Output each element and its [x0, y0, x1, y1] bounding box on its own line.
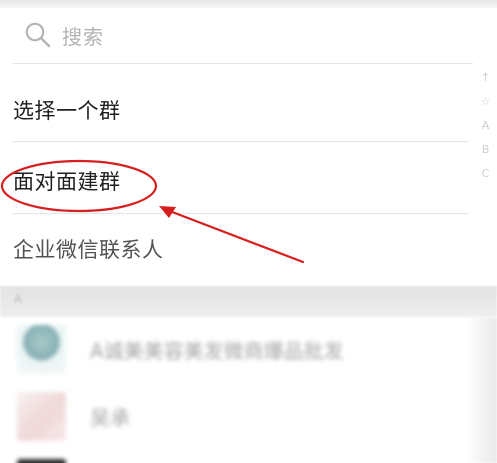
wechat-group-chat-screen: 搜索 选择一个群 面对面建群 企业微信联系人 ↑ ☆ A B C A A诚美美容… — [0, 0, 497, 463]
search-icon — [24, 21, 52, 49]
contact-name: A诚美美容美发微商爆品批发 — [90, 338, 344, 363]
enterprise-contacts-item[interactable]: 企业微信联系人 — [0, 218, 470, 280]
search-divider — [13, 63, 473, 64]
enterprise-contacts-label: 企业微信联系人 — [13, 238, 164, 262]
search-placeholder: 搜索 — [62, 24, 104, 49]
section-header — [0, 286, 497, 317]
avatar — [17, 459, 66, 463]
menu-divider-2 — [13, 213, 469, 214]
avatar — [17, 324, 66, 374]
face-to-face-group-label: 面对面建群 — [13, 170, 121, 194]
index-letter-c[interactable]: C — [474, 162, 497, 186]
top-strip — [0, 0, 497, 8]
index-letter-a[interactable]: A — [474, 114, 497, 138]
face-to-face-group-item[interactable]: 面对面建群 — [0, 150, 470, 212]
select-group-item[interactable]: 选择一个群 — [0, 79, 470, 141]
section-letter: A — [14, 292, 23, 306]
scroll-fade — [466, 318, 497, 463]
index-up-icon[interactable]: ↑ — [474, 66, 497, 90]
contact-row[interactable]: A诚美美容美发微商爆品批发 — [0, 316, 470, 382]
search-bar[interactable]: 搜索 — [14, 10, 488, 60]
contact-row[interactable] — [0, 409, 470, 463]
select-group-label: 选择一个群 — [13, 99, 121, 123]
menu-divider-1 — [13, 141, 469, 142]
index-letter-b[interactable]: B — [474, 138, 497, 162]
index-star-icon[interactable]: ☆ — [474, 90, 497, 114]
